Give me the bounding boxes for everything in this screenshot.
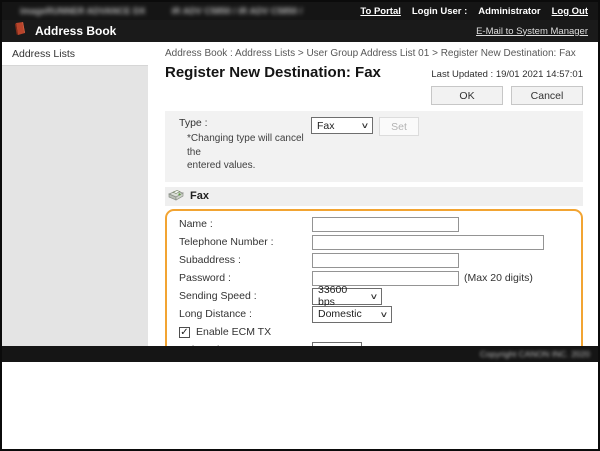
type-select[interactable]: Fax ∨ bbox=[311, 117, 373, 134]
app-title: Address Book bbox=[35, 24, 116, 38]
password-hint: (Max 20 digits) bbox=[464, 272, 533, 284]
fax-section-header: Fax bbox=[165, 187, 583, 206]
subaddress-input[interactable] bbox=[312, 253, 459, 268]
copyright-text: Copyright CANON INC. 2020 bbox=[480, 349, 590, 359]
field-row-sending-speed: Sending Speed : 33600 bps ∨ bbox=[179, 288, 571, 305]
viewport-whitespace bbox=[2, 362, 598, 449]
logout-link[interactable]: Log Out bbox=[552, 6, 588, 17]
name-label: Name : bbox=[179, 218, 312, 230]
title-row: Register New Destination: Fax Last Updat… bbox=[165, 64, 583, 81]
password-label: Password : bbox=[179, 272, 312, 284]
top-links: To Portal Login User : Administrator Log… bbox=[360, 6, 588, 17]
field-row-password: Password : (Max 20 digits) bbox=[179, 270, 571, 287]
action-buttons: OK Cancel bbox=[165, 86, 583, 105]
chevron-down-icon: ∨ bbox=[350, 346, 359, 347]
field-row-name: Name : bbox=[179, 216, 571, 233]
app-header-bar: Address Book E-Mail to System Manager bbox=[2, 20, 598, 42]
ok-button[interactable]: OK bbox=[431, 86, 503, 105]
cancel-button[interactable]: Cancel bbox=[511, 86, 583, 105]
set-button[interactable]: Set bbox=[379, 117, 419, 136]
sending-speed-label: Sending Speed : bbox=[179, 290, 312, 302]
type-section: Type : *Changing type will cancel the en… bbox=[165, 111, 583, 182]
type-note: *Changing type will cancel the entered v… bbox=[187, 132, 311, 173]
fax-machine-icon bbox=[168, 188, 185, 204]
field-row-long-distance: Long Distance : Domestic ∨ bbox=[179, 306, 571, 323]
type-label: Type : bbox=[179, 117, 311, 129]
login-user-value: Administrator bbox=[478, 6, 540, 17]
chevron-down-icon: ∨ bbox=[361, 121, 370, 130]
address-book-icon bbox=[12, 21, 28, 42]
top-bar: imageRUNNER ADVANCE DX iR ADV C5850 / iR… bbox=[2, 2, 598, 20]
field-row-telephone: Telephone Number : bbox=[179, 234, 571, 251]
telephone-label: Telephone Number : bbox=[179, 236, 312, 248]
device-info: imageRUNNER ADVANCE DX iR ADV C5850 / iR… bbox=[20, 6, 302, 16]
sending-speed-select[interactable]: 33600 bps ∨ bbox=[312, 288, 382, 305]
login-user-label: Login User : bbox=[412, 6, 467, 17]
breadcrumb[interactable]: Address Book : Address Lists > User Grou… bbox=[165, 48, 583, 59]
footer-bar: Copyright CANON INC. 2020 bbox=[2, 346, 598, 362]
sidebar-item-address-lists[interactable]: Address Lists bbox=[2, 42, 148, 66]
fax-fields-group: Name : Telephone Number : Subaddress : P… bbox=[165, 209, 583, 347]
main-content: Address Book : Address Lists > User Grou… bbox=[148, 42, 598, 346]
chevron-down-icon: ∨ bbox=[380, 310, 389, 319]
chevron-down-icon: ∨ bbox=[370, 292, 379, 301]
field-row-subaddress: Subaddress : bbox=[179, 252, 571, 269]
type-label-block: Type : *Changing type will cancel the en… bbox=[179, 117, 311, 173]
remote-ui-window: imageRUNNER ADVANCE DX iR ADV C5850 / iR… bbox=[0, 0, 600, 451]
to-portal-link[interactable]: To Portal bbox=[360, 6, 400, 17]
device-model: iR ADV C5850 / iR ADV C5850 / bbox=[172, 6, 303, 16]
sidebar: Address Lists bbox=[2, 42, 148, 346]
long-distance-label: Long Distance : bbox=[179, 308, 312, 320]
last-updated: Last Updated : 19/01 2021 14:57:01 bbox=[431, 69, 583, 80]
device-name: imageRUNNER ADVANCE DX bbox=[20, 6, 146, 16]
enable-ecm-label: Enable ECM TX bbox=[196, 326, 271, 338]
telephone-number-input[interactable] bbox=[312, 235, 544, 250]
subaddress-label: Subaddress : bbox=[179, 254, 312, 266]
enable-ecm-checkbox[interactable]: ✓ bbox=[179, 327, 190, 338]
body: Address Lists Address Book : Address Lis… bbox=[2, 42, 598, 346]
long-distance-select[interactable]: Domestic ∨ bbox=[312, 306, 392, 323]
email-system-manager-link[interactable]: E-Mail to System Manager bbox=[476, 26, 588, 37]
fax-section-title: Fax bbox=[190, 190, 209, 202]
field-row-ecm: ✓ Enable ECM TX bbox=[179, 324, 571, 341]
name-input[interactable] bbox=[312, 217, 459, 232]
page-title: Register New Destination: Fax bbox=[165, 64, 381, 81]
type-controls: Fax ∨ Set bbox=[311, 117, 419, 173]
